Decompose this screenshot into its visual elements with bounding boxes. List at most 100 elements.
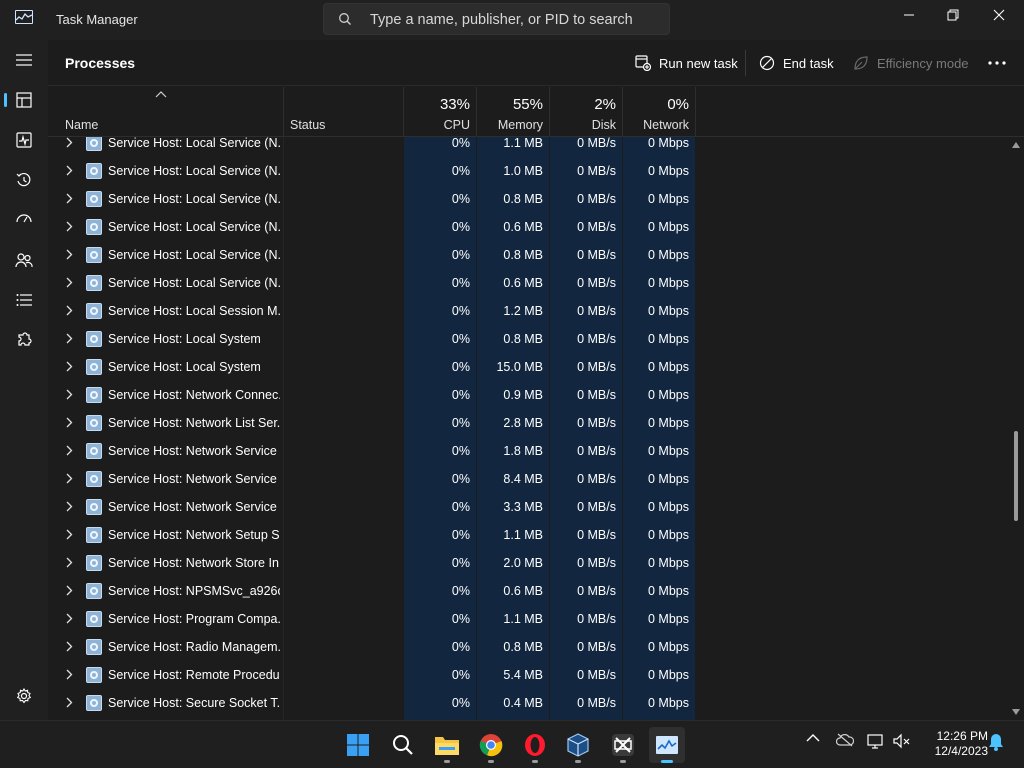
network-column-header[interactable]: 0% Network [623,87,695,137]
task-manager-button[interactable] [649,727,685,763]
windows-start-icon [347,734,369,756]
expand-chevron-icon[interactable] [65,277,73,288]
process-row[interactable]: Service Host: Network Service 0% 3.3 MB 0 M… [48,493,1008,521]
nav-processes[interactable] [4,82,44,118]
process-row[interactable]: Service Host: Local Service (N... 0% 1.1 M… [48,137,1008,157]
cpu-value: 0% [451,528,470,542]
nav-startup-apps[interactable] [4,202,44,238]
expand-chevron-icon[interactable] [65,613,73,624]
scroll-up-icon [1012,142,1020,148]
process-row[interactable]: Service Host: Network List Ser... 0% 2.8 M… [48,409,1008,437]
expand-chevron-icon[interactable] [65,249,73,260]
process-list: Service Host: Local Service (N... 0% 1.1 M… [48,137,1008,720]
bell-icon [989,734,1003,751]
expand-chevron-icon[interactable] [65,389,73,400]
process-row[interactable]: Service Host: Network Service 0% 1.8 MB 0 M… [48,437,1008,465]
file-explorer-button[interactable] [429,727,465,763]
opera-button[interactable] [517,727,553,763]
process-row[interactable]: Service Host: Local System 0% 0.8 MB 0 MB/s… [48,325,1008,353]
end-task-button[interactable]: End task [759,48,834,78]
process-row[interactable]: Service Host: Network Connec... 0% 0.9 MB 0… [48,381,1008,409]
search-box[interactable] [323,3,670,35]
expand-chevron-icon[interactable] [65,445,73,456]
hamburger-menu-button[interactable] [4,42,44,78]
expand-chevron-icon[interactable] [65,501,73,512]
service-host-icon [86,611,102,627]
expand-chevron-icon[interactable] [65,137,73,148]
process-row[interactable]: Service Host: Local Service (N... 0% 1.0 M… [48,157,1008,185]
expand-chevron-icon[interactable] [65,557,73,568]
process-row[interactable]: Service Host: Remote Procedu... 0% 5.4 MB 0… [48,661,1008,689]
nav-users[interactable] [4,242,44,278]
status-column-header[interactable]: Status [284,87,403,137]
process-row[interactable]: Service Host: Local Session M... 0% 1.2 MB… [48,297,1008,325]
process-name: Service Host: Local System [108,360,261,374]
show-hidden-icons-button[interactable] [806,733,820,743]
efficiency-mode-button[interactable]: Efficiency mode [853,48,969,78]
process-row[interactable]: Service Host: Local Service (N... 0% 0.8 M… [48,185,1008,213]
process-row[interactable]: Service Host: Local Service (N... 0% 0.6 M… [48,269,1008,297]
volume-tray-button[interactable] [893,733,911,749]
expand-chevron-icon[interactable] [65,641,73,652]
disk-value: 0 MB/s [577,556,616,570]
system-clock[interactable]: 12:26 PM 12/4/2023 [918,729,988,759]
expand-chevron-icon[interactable] [65,473,73,484]
expand-chevron-icon[interactable] [65,361,73,372]
chrome-button[interactable] [473,727,509,763]
start-button[interactable] [340,727,376,763]
search-input[interactable] [370,10,660,30]
column-divider[interactable] [695,87,696,137]
capcut-button[interactable] [605,727,641,763]
process-row[interactable]: Service Host: Network Setup S... 0% 1.1 MB… [48,521,1008,549]
name-column-header[interactable]: Name [48,87,283,137]
notifications-button[interactable] [988,733,1004,751]
expand-chevron-icon[interactable] [65,221,73,232]
more-options-button[interactable] [988,48,1006,78]
process-row[interactable]: Service Host: NPSMSvc_a926c4 0% 0.6 MB 0 MB… [48,577,1008,605]
expand-chevron-icon[interactable] [65,585,73,596]
process-row[interactable]: Service Host: Local Service (N... 0% 0.6 M… [48,213,1008,241]
expand-chevron-icon[interactable] [65,193,73,204]
onedrive-tray-button[interactable] [836,733,854,747]
expand-chevron-icon[interactable] [65,165,73,176]
process-name: Service Host: NPSMSvc_a926c4 [108,584,280,598]
scrollbar-thumb[interactable] [1014,431,1018,521]
nav-app-history[interactable] [4,162,44,198]
nav-details[interactable] [4,282,44,318]
expand-chevron-icon[interactable] [65,333,73,344]
process-row[interactable]: Service Host: Network Store In... 0% 2.0 M… [48,549,1008,577]
service-host-icon [86,163,102,179]
expand-chevron-icon[interactable] [65,305,73,316]
settings-button[interactable] [4,678,44,714]
process-row[interactable]: Service Host: Secure Socket T... 0% 0.4 MB… [48,689,1008,717]
maximize-button[interactable] [930,0,976,30]
cpu-column-header[interactable]: 33% CPU [404,87,476,137]
network-value: 0 Mbps [648,584,689,598]
run-new-task-button[interactable]: Run new task [635,48,738,78]
taskbar-search-button[interactable] [385,727,421,763]
network-tray-button[interactable] [867,733,885,749]
memory-column-header[interactable]: 55% Memory [477,87,549,137]
virtualbox-button[interactable] [560,727,596,763]
vertical-scrollbar[interactable] [1008,137,1024,720]
nav-services[interactable] [4,322,44,358]
expand-chevron-icon[interactable] [65,697,73,708]
expand-chevron-icon[interactable] [65,529,73,540]
disk-column-header[interactable]: 2% Disk [550,87,622,137]
expand-chevron-icon[interactable] [65,417,73,428]
nav-performance[interactable] [4,122,44,158]
cpu-value: 0% [451,416,470,430]
network-value: 0 Mbps [648,640,689,654]
expand-chevron-icon[interactable] [65,669,73,680]
search-icon [393,735,413,755]
process-name: Service Host: Local Service (N... [108,137,280,150]
process-row[interactable]: Service Host: Program Compa... 0% 1.1 MB 0 … [48,605,1008,633]
memory-total: 55% [512,96,543,113]
close-button[interactable] [976,0,1022,30]
minimize-button[interactable] [886,0,932,30]
process-row[interactable]: Service Host: Network Service 0% 8.4 MB 0 M… [48,465,1008,493]
process-row[interactable]: Service Host: Local System 0% 15.0 MB 0 MB/… [48,353,1008,381]
process-row[interactable]: Service Host: Radio Managem... 0% 0.8 MB 0 … [48,633,1008,661]
cpu-column-label: CPU [443,118,470,132]
process-row[interactable]: Service Host: Local Service (N... 0% 0.8 M… [48,241,1008,269]
